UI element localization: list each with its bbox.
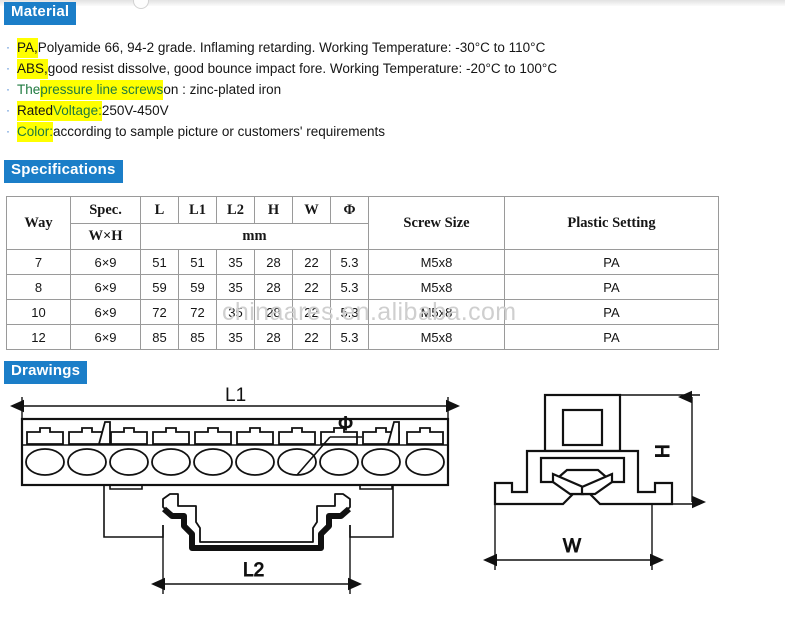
col-header-l: L — [140, 196, 179, 224]
cell-l1: 59 — [178, 274, 217, 300]
col-header-l1: L1 — [178, 196, 217, 224]
cell-spec: 6×9 — [70, 249, 141, 275]
side-screw-hole — [561, 408, 604, 447]
cell-h: 28 — [254, 249, 293, 275]
side-view-group: H W — [483, 390, 706, 570]
material-list: · PA, Polyamide 66, 94-2 grade. Inflamin… — [6, 38, 766, 143]
table-row: 7 6×9 51 51 35 28 22 5.3 M5x8 PA — [6, 249, 719, 275]
cell-way: 7 — [6, 249, 71, 275]
cell-l: 59 — [140, 274, 179, 300]
cell-l2: 35 — [216, 274, 255, 300]
section-header-drawings: Drawings — [4, 361, 88, 384]
bullet-icon: · — [6, 61, 10, 75]
col-header-phi: Φ — [330, 196, 369, 224]
col-header-h: H — [254, 196, 293, 224]
list-item: · Color: according to sample picture or … — [6, 122, 766, 143]
cell-plastic: PA — [504, 299, 719, 325]
specifications-table-wrapper: Way Spec. L L1 L2 H W Φ Screw Size Plast… — [6, 196, 719, 350]
cell-spec: 6×9 — [70, 299, 141, 325]
col-header-l2: L2 — [216, 196, 255, 224]
dimension-l1-label: L1 — [225, 385, 246, 406]
cell-w: 22 — [292, 324, 331, 350]
material-item-text: on : zinc-plated iron — [163, 82, 282, 97]
bullet-icon: · — [6, 124, 10, 138]
specifications-table: Way Spec. L L1 L2 H W Φ Screw Size Plast… — [6, 196, 719, 350]
material-item-text: 250V-450V — [101, 103, 169, 118]
col-header-spec: Spec. — [70, 196, 141, 224]
material-item-emphasis: pressure line screws — [40, 80, 164, 100]
material-item-lead: Rated — [17, 101, 54, 121]
cell-screw: M5x8 — [368, 299, 505, 325]
section-header-material: Material — [4, 2, 77, 25]
list-item: · PA, Polyamide 66, 94-2 grade. Inflamin… — [6, 38, 766, 59]
cell-plastic: PA — [504, 249, 719, 275]
list-item: · The pressure line screws on : zinc-pla… — [6, 80, 766, 101]
cell-phi: 5.3 — [330, 324, 369, 350]
cell-way: 8 — [6, 274, 71, 300]
material-item-emphasis: Color: — [17, 122, 54, 142]
section-header-specifications: Specifications — [4, 160, 123, 183]
table-row: 8 6×9 59 59 35 28 22 5.3 M5x8 PA — [6, 274, 719, 300]
material-item-prefix: The — [17, 82, 41, 97]
cell-l1: 51 — [178, 249, 217, 275]
cell-w: 22 — [292, 274, 331, 300]
cell-phi: 5.3 — [330, 249, 369, 275]
table-header-row-1: Way Spec. L L1 L2 H W Φ Screw Size Plast… — [6, 196, 719, 250]
dimension-h-label: H — [653, 444, 674, 458]
cell-h: 28 — [254, 324, 293, 350]
cell-screw: M5x8 — [368, 274, 505, 300]
list-item: · Rated Voltage: 250V-450V — [6, 101, 766, 122]
cell-l: 85 — [140, 324, 179, 350]
top-knob-decoration — [133, 0, 149, 9]
material-item-text: good resist dissolve, good bounce impact… — [47, 61, 558, 76]
cell-phi: 5.3 — [330, 299, 369, 325]
cell-h: 28 — [254, 274, 293, 300]
drawings-area: Φ L2 L1 H W — [0, 382, 785, 620]
cell-plastic: PA — [504, 324, 719, 350]
list-item: · ABS, good resist dissolve, good bounce… — [6, 59, 766, 80]
din-rail-clip — [162, 493, 351, 551]
cell-screw: M5x8 — [368, 324, 505, 350]
cell-plastic: PA — [504, 274, 719, 300]
cell-way: 12 — [6, 324, 71, 350]
material-item-text: according to sample picture or customers… — [53, 124, 385, 139]
cell-l1: 85 — [178, 324, 217, 350]
cell-l2: 35 — [216, 249, 255, 275]
bullet-icon: · — [6, 103, 10, 117]
top-edge-strip — [0, 0, 785, 6]
col-header-w: W — [292, 196, 331, 224]
dimension-l2-label: L2 — [243, 560, 264, 581]
table-row: 10 6×9 72 72 35 28 22 5.3 M5x8 PA — [6, 299, 719, 325]
dimension-w-label: W — [563, 536, 581, 557]
bullet-icon: · — [6, 82, 10, 96]
material-item-lead: PA, — [17, 38, 38, 58]
material-item-text: Polyamide 66, 94-2 grade. Inflaming reta… — [37, 40, 546, 55]
material-item-emphasis: Voltage: — [53, 101, 102, 121]
material-item-lead: ABS, — [17, 59, 48, 79]
cell-l: 51 — [140, 249, 179, 275]
col-header-screw-size: Screw Size — [368, 196, 505, 250]
front-view-group: Φ L2 — [10, 397, 460, 594]
cell-way: 10 — [6, 299, 71, 325]
cell-spec: 6×9 — [70, 324, 141, 350]
bullet-icon: · — [6, 40, 10, 54]
col-header-way: Way — [6, 196, 71, 250]
col-header-unit-mm: mm — [140, 223, 369, 250]
cell-h: 28 — [254, 299, 293, 325]
dimension-phi-label: Φ — [338, 414, 353, 435]
technical-drawing-svg: Φ L2 L1 H W — [10, 385, 706, 594]
cell-l2: 35 — [216, 324, 255, 350]
cell-l: 72 — [140, 299, 179, 325]
col-header-spec-wxh: W×H — [70, 223, 141, 250]
cell-w: 22 — [292, 249, 331, 275]
cell-l1: 72 — [178, 299, 217, 325]
table-row: 12 6×9 85 85 35 28 22 5.3 M5x8 PA — [6, 324, 719, 350]
col-header-plastic-setting: Plastic Setting — [504, 196, 719, 250]
cell-l2: 35 — [216, 299, 255, 325]
cell-spec: 6×9 — [70, 274, 141, 300]
cell-w: 22 — [292, 299, 331, 325]
cell-screw: M5x8 — [368, 249, 505, 275]
cell-phi: 5.3 — [330, 274, 369, 300]
